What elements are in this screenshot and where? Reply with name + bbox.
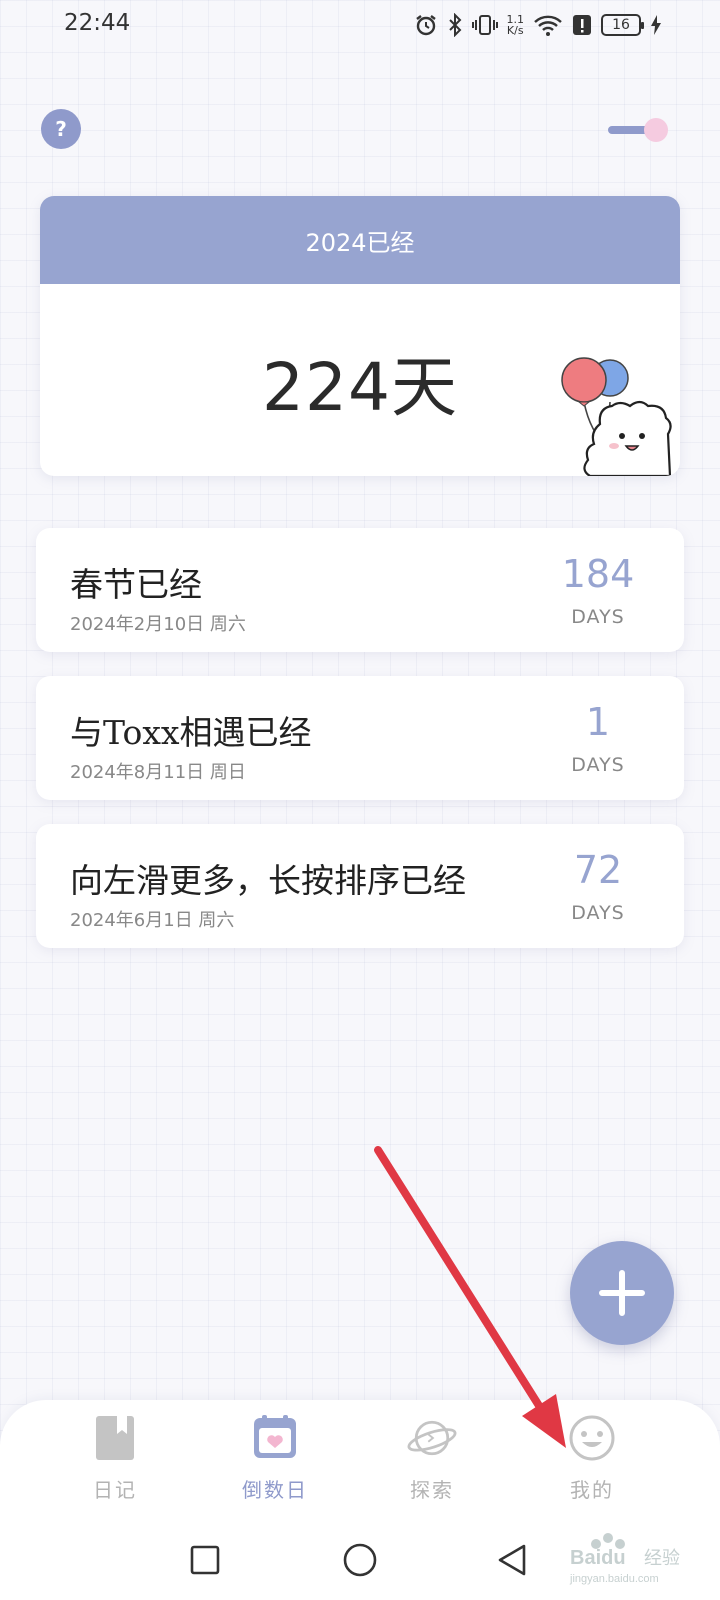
year-progress-header: 2024已经 [40, 196, 680, 284]
event-day-count: 1 [585, 700, 611, 744]
event-date: 2024年8月11日 周日 [70, 762, 246, 783]
status-icons: 1.1 K/s 16 [414, 10, 663, 40]
event-name: 向左滑更多，长按排序已经 [70, 861, 466, 900]
event-day-count: 184 [561, 552, 635, 596]
tab-label: 日记 [93, 1478, 137, 1502]
back-button[interactable] [492, 1540, 532, 1580]
watermark-brand-cn: 经验 [644, 1548, 680, 1569]
help-button[interactable]: ? [41, 109, 81, 149]
tab-label: 我的 [570, 1478, 614, 1502]
alert-icon [572, 13, 592, 37]
bottom-tab-bar: 日记 倒数日 探索 我的 [0, 1400, 720, 1522]
year-progress-title: 2024已经 [305, 228, 415, 257]
recent-apps-button[interactable] [185, 1540, 225, 1580]
status-time: 22:44 [64, 10, 131, 36]
diary-book-icon [89, 1412, 141, 1464]
square-icon [190, 1545, 220, 1575]
battery-indicator: 16 [601, 14, 644, 36]
event-card-spring-festival[interactable]: 春节已经 2024年2月10日 周六 184 DAYS [36, 528, 684, 652]
status-bar: 22:44 1.1 K/s 16 [0, 0, 720, 50]
year-progress-card[interactable]: 2024已经 224天 [40, 196, 680, 476]
tab-explore[interactable]: 探索 [372, 1412, 492, 1512]
triangle-back-icon [498, 1544, 526, 1576]
event-date: 2024年2月10日 周六 [70, 614, 246, 635]
calendar-heart-icon [249, 1412, 301, 1464]
event-card-swipe-hint[interactable]: 向左滑更多，长按排序已经 2024年6月1日 周六 72 DAYS [36, 824, 684, 948]
tab-label: 探索 [410, 1478, 454, 1502]
event-day-count: 72 [573, 848, 623, 892]
balloon-bear-mascot-icon [561, 357, 672, 476]
event-day-unit: DAYS [571, 754, 625, 776]
net-speed-unit: K/s [506, 24, 524, 37]
event-day-unit: DAYS [571, 606, 625, 628]
tab-countdown[interactable]: 倒数日 [215, 1412, 335, 1512]
planet-icon [406, 1412, 458, 1464]
wifi-icon [533, 13, 563, 37]
tab-diary[interactable]: 日记 [55, 1412, 175, 1512]
plus-icon [599, 1270, 645, 1316]
alarm-icon [414, 13, 438, 37]
network-speed: 1.1 K/s [507, 14, 525, 36]
event-card-meet-toxx[interactable]: 与Toxx相遇已经 2024年8月11日 周日 1 DAYS [36, 676, 684, 800]
bluetooth-icon [447, 13, 463, 37]
add-event-button[interactable] [570, 1241, 674, 1345]
vibrate-icon [471, 13, 498, 37]
event-name: 与Toxx相遇已经 [70, 713, 312, 752]
watermark-brand: Baidu [570, 1547, 626, 1569]
charging-icon [650, 14, 662, 36]
home-button[interactable] [340, 1540, 380, 1580]
circle-icon [343, 1543, 377, 1577]
question-icon: ? [55, 117, 67, 141]
smiley-face-icon [566, 1412, 618, 1464]
tab-mine[interactable]: 我的 [532, 1412, 652, 1512]
tab-label: 倒数日 [242, 1478, 308, 1502]
event-name: 春节已经 [70, 565, 202, 604]
toggle-knob [644, 118, 668, 142]
watermark-url: jingyan.baidu.com [569, 1573, 659, 1585]
baidu-jingyan-watermark-icon: Baidu 经验 jingyan.baidu.com [569, 1533, 680, 1585]
theme-toggle[interactable] [608, 118, 668, 142]
event-date: 2024年6月1日 周六 [70, 910, 235, 931]
event-day-unit: DAYS [571, 902, 625, 924]
